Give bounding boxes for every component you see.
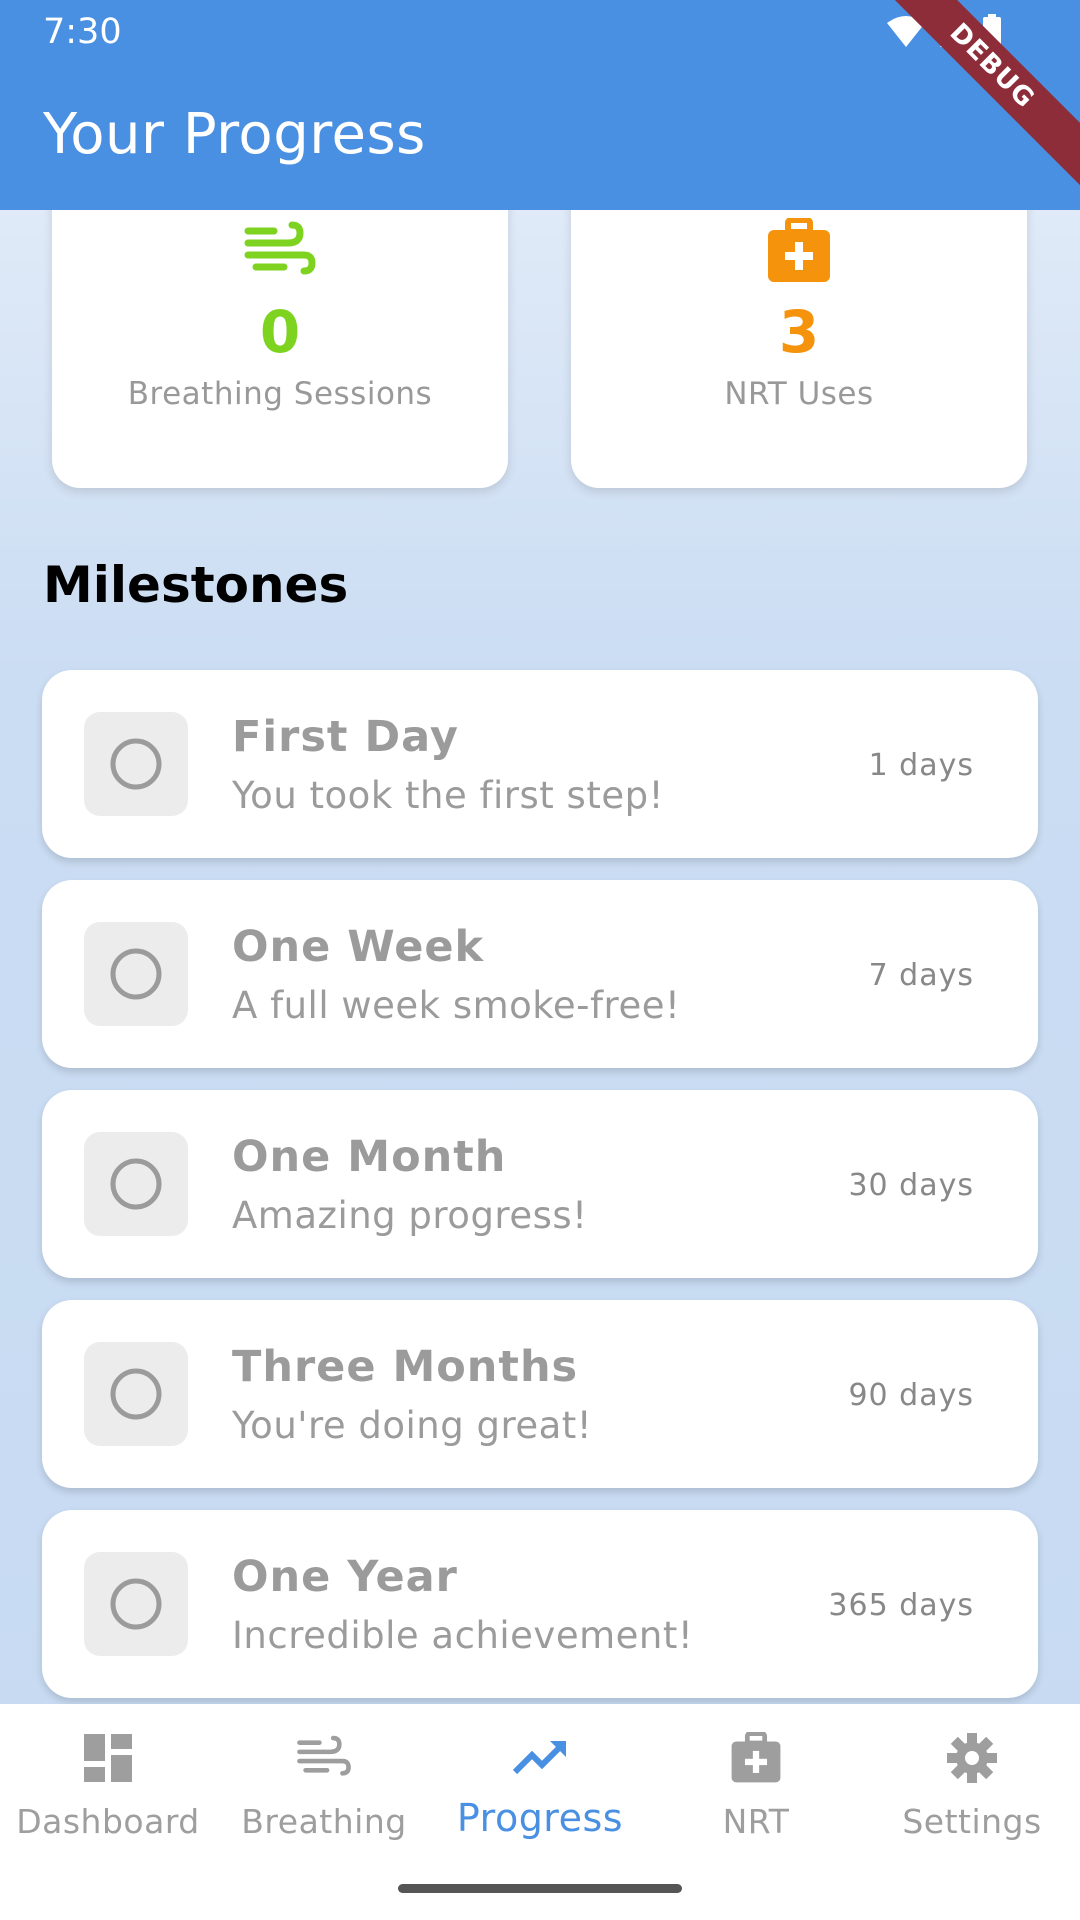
milestone-days: 30 days	[848, 1168, 974, 1203]
circle-outline-icon	[110, 1578, 162, 1630]
wind-icon	[244, 221, 316, 275]
milestone-days: 365 days	[828, 1588, 974, 1623]
page-title: Your Progress	[43, 102, 426, 167]
milestone-title: One Week	[232, 922, 485, 972]
nrt-uses-label: NRT Uses	[724, 376, 874, 412]
circle-outline-icon	[110, 1368, 162, 1420]
home-indicator[interactable]	[398, 1884, 682, 1893]
milestone-status-box	[84, 922, 188, 1026]
status-time: 7:30	[43, 12, 122, 52]
milestone-days: 1 days	[868, 748, 974, 783]
stat-icon-wrapper	[244, 220, 316, 282]
nav-item-dashboard[interactable]: Dashboard	[0, 1728, 216, 1841]
milestone-status-box	[84, 1342, 188, 1446]
milestone-list: First Day You took the first step! 1 day…	[42, 670, 1038, 1720]
wind-icon	[297, 1735, 351, 1776]
breathing-sessions-label: Breathing Sessions	[127, 376, 433, 412]
milestone-title: One Month	[232, 1132, 507, 1182]
milestone-description: Incredible achievement!	[232, 1614, 694, 1657]
nrt-uses-card: 3 NRT Uses	[571, 170, 1027, 488]
breathing-sessions-card: 0 Breathing Sessions	[52, 170, 508, 488]
milestone-card-one-week: One Week A full week smoke-free! 7 days	[42, 880, 1038, 1068]
dashboard-icon	[84, 1734, 132, 1782]
nav-label: Dashboard	[16, 1802, 200, 1841]
milestone-title: Three Months	[232, 1342, 579, 1392]
app-bar: 7:30 DEBUG Your Progress	[0, 0, 1080, 210]
circle-outline-icon	[110, 948, 162, 1000]
milestone-status-box	[84, 712, 188, 816]
milestone-description: A full week smoke-free!	[232, 984, 681, 1027]
trending-up-icon	[512, 1741, 566, 1775]
nav-item-progress[interactable]: Progress	[432, 1728, 648, 1841]
nav-label: Progress	[456, 1796, 624, 1840]
milestone-card-one-month: One Month Amazing progress! 30 days	[42, 1090, 1038, 1278]
medical-bag-icon	[731, 1732, 781, 1783]
nav-label: Breathing	[241, 1802, 407, 1841]
milestone-days: 90 days	[848, 1378, 974, 1413]
nav-item-settings[interactable]: Settings	[864, 1728, 1080, 1841]
milestone-card-first-day: First Day You took the first step! 1 day…	[42, 670, 1038, 858]
milestone-description: You took the first step!	[232, 774, 664, 817]
nav-item-nrt[interactable]: NRT	[648, 1728, 864, 1841]
milestone-card-three-months: Three Months You're doing great! 90 days	[42, 1300, 1038, 1488]
circle-outline-icon	[110, 738, 162, 790]
stat-icon-wrapper	[766, 218, 832, 282]
breathing-sessions-value: 0	[259, 298, 301, 366]
nrt-uses-value: 3	[778, 298, 820, 366]
bottom-navigation: Dashboard Breathing Progress NRT Setting…	[0, 1704, 1080, 1920]
milestone-card-one-year: One Year Incredible achievement! 365 day…	[42, 1510, 1038, 1698]
circle-outline-icon	[110, 1158, 162, 1210]
milestone-status-box	[84, 1552, 188, 1656]
nav-label: Settings	[902, 1802, 1042, 1841]
milestone-title: One Year	[232, 1552, 458, 1602]
milestones-heading: Milestones	[43, 556, 349, 614]
nav-item-breathing[interactable]: Breathing	[216, 1728, 432, 1841]
milestone-days: 7 days	[868, 958, 974, 993]
medical-bag-icon	[768, 218, 830, 282]
milestone-description: Amazing progress!	[232, 1194, 588, 1237]
milestone-description: You're doing great!	[232, 1404, 593, 1447]
milestone-title: First Day	[232, 712, 459, 762]
milestone-status-box	[84, 1132, 188, 1236]
nav-label: NRT	[722, 1802, 790, 1841]
gear-icon	[947, 1733, 997, 1783]
